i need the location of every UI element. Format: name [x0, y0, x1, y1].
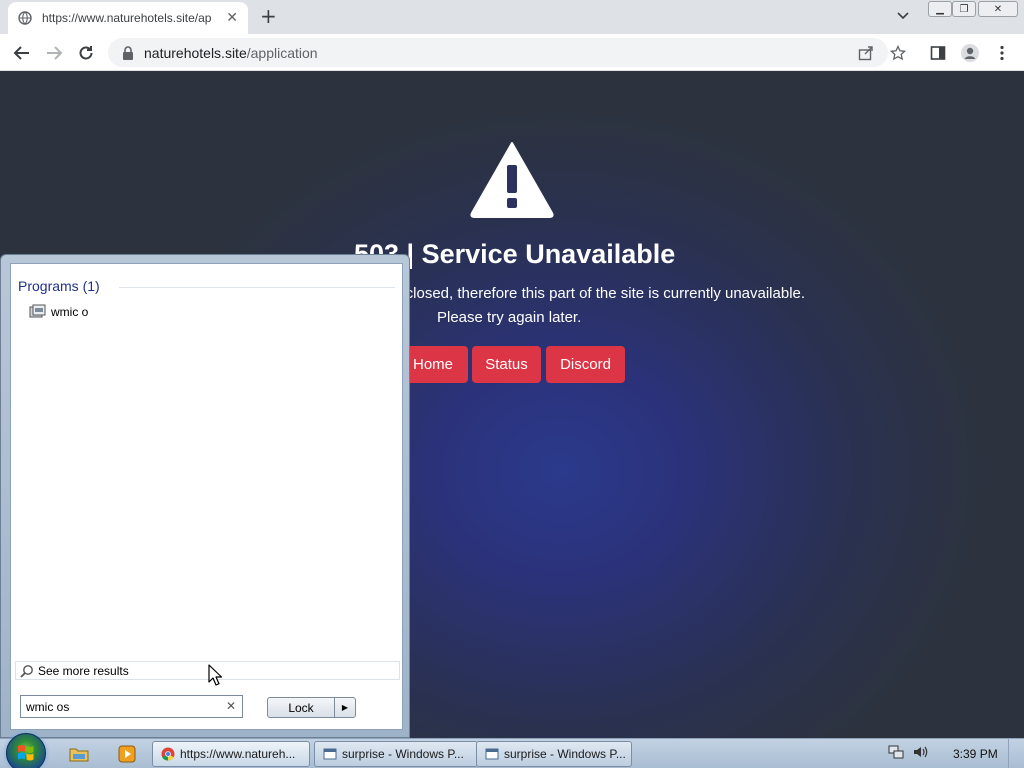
explorer-pinned-icon[interactable] [62, 742, 96, 766]
address-bar[interactable]: naturehotels.site/application [108, 38, 888, 67]
taskbar-window-1[interactable]: surprise - Windows P... [314, 741, 478, 767]
taskbar-chrome-label: https://www.natureh... [180, 747, 296, 761]
status-button[interactable]: Status [472, 346, 541, 383]
window-app-icon [485, 748, 499, 760]
reload-icon[interactable] [76, 43, 96, 63]
start-menu-results-pane: Programs (1) wmic o See more results [10, 263, 403, 730]
side-panel-icon[interactable] [928, 43, 948, 63]
program-result-item[interactable]: wmic o [29, 304, 88, 320]
tab-close-icon[interactable]: ✕ [226, 10, 238, 26]
start-search-input[interactable]: wmic os ✕ [20, 695, 243, 718]
windows-logo-icon [18, 745, 34, 761]
lock-icon[interactable] [122, 45, 134, 60]
taskbar-window-1-label: surprise - Windows P... [342, 747, 464, 761]
clear-search-icon[interactable]: ✕ [226, 699, 236, 713]
window-app-icon [323, 748, 337, 760]
tab-title: https://www.naturehotels.site/ap [42, 11, 212, 25]
url-host: naturehotels.site [144, 44, 247, 61]
wmic-program-icon [29, 304, 46, 318]
page-message: y closed, therefore this part of the sit… [394, 285, 806, 302]
discord-button[interactable]: Discord [546, 346, 625, 383]
shutdown-options-arrow-icon[interactable]: ▶ [334, 697, 356, 718]
taskbar: https://www.natureh... surprise - Window… [0, 733, 1024, 768]
taskbar-chrome-window[interactable]: https://www.natureh... [152, 741, 310, 767]
url-path: /application [246, 44, 318, 61]
header-divider [119, 287, 395, 288]
system-tray [888, 744, 928, 760]
forward-arrow-icon[interactable] [44, 43, 64, 63]
window-minimize-button[interactable]: ▁ [928, 1, 952, 17]
start-menu: Programs (1) wmic o See more results [0, 254, 410, 738]
window-close-button[interactable]: ✕ [978, 1, 1018, 17]
back-arrow-icon[interactable] [12, 43, 32, 63]
taskbar-clock[interactable]: 3:39 PM [953, 747, 998, 761]
volume-icon[interactable] [912, 744, 928, 760]
show-desktop-button[interactable] [1008, 739, 1024, 768]
programs-header: Programs (1) [18, 278, 100, 294]
media-player-pinned-icon[interactable] [110, 742, 144, 766]
network-icon[interactable] [888, 744, 904, 760]
start-search-value: wmic os [26, 699, 70, 714]
mouse-cursor-icon [208, 664, 222, 686]
page-message-secondary: Please try again later. [437, 309, 582, 326]
taskbar-window-2[interactable]: surprise - Windows P... [476, 741, 632, 767]
chrome-icon [161, 747, 175, 761]
warning-triangle-icon [470, 142, 554, 218]
start-button[interactable] [6, 733, 46, 768]
menu-kebab-icon[interactable] [992, 43, 1012, 63]
lock-button[interactable]: Lock [267, 697, 335, 718]
see-more-results-label: See more results [38, 663, 129, 678]
tab-search-chevron-icon[interactable] [896, 8, 910, 22]
browser-toolbar: naturehotels.site/application [0, 34, 1024, 71]
tab-strip: https://www.naturehotels.site/ap ✕ + ▁ ❐… [0, 0, 1024, 34]
share-icon[interactable] [856, 43, 876, 63]
profile-avatar-icon[interactable] [960, 43, 980, 63]
bookmark-star-icon[interactable] [888, 43, 908, 63]
taskbar-window-2-label: surprise - Windows P... [504, 747, 626, 761]
program-result-label: wmic o [51, 305, 89, 319]
new-tab-button[interactable]: + [260, 6, 277, 26]
browser-tab[interactable]: https://www.naturehotels.site/ap ✕ [8, 2, 248, 34]
magnifier-icon [20, 664, 33, 678]
globe-icon [18, 11, 32, 25]
window-restore-button[interactable]: ❐ [952, 1, 976, 17]
